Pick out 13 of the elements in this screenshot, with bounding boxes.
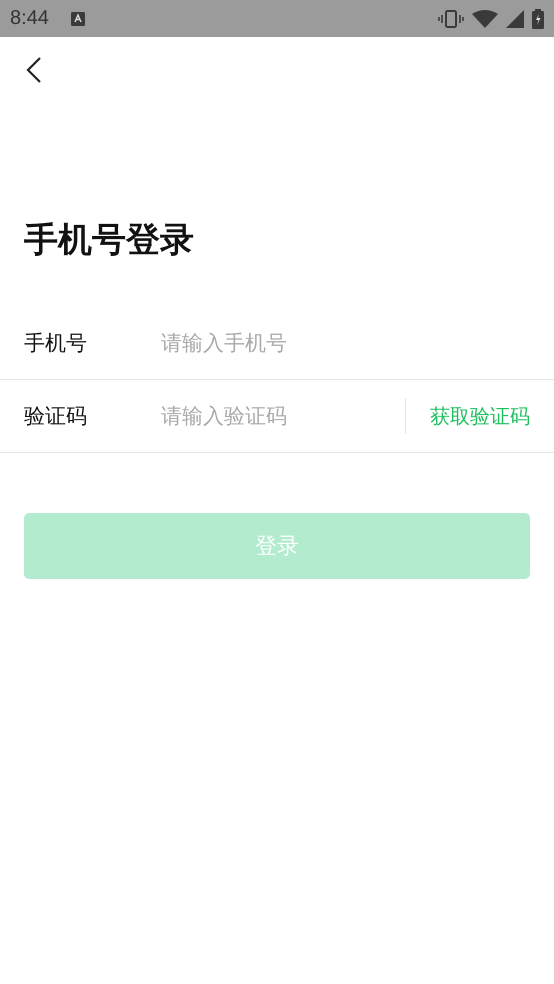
page-title: 手机号登录	[24, 219, 195, 262]
vibrate-icon	[438, 10, 464, 28]
back-icon[interactable]	[26, 56, 42, 84]
keyboard-notification-icon	[70, 12, 85, 26]
battery-icon	[532, 8, 544, 28]
wifi-icon	[472, 10, 498, 28]
status-time: 8:44	[10, 7, 49, 30]
get-code-link[interactable]: 获取验证码	[430, 402, 530, 430]
field-label: 验证码	[24, 403, 88, 430]
code-input[interactable]: 请输入验证码	[161, 404, 405, 428]
phone-input[interactable]: 请输入手机号	[161, 331, 530, 355]
field-label: 手机号	[24, 330, 88, 357]
signal-icon	[506, 10, 524, 28]
